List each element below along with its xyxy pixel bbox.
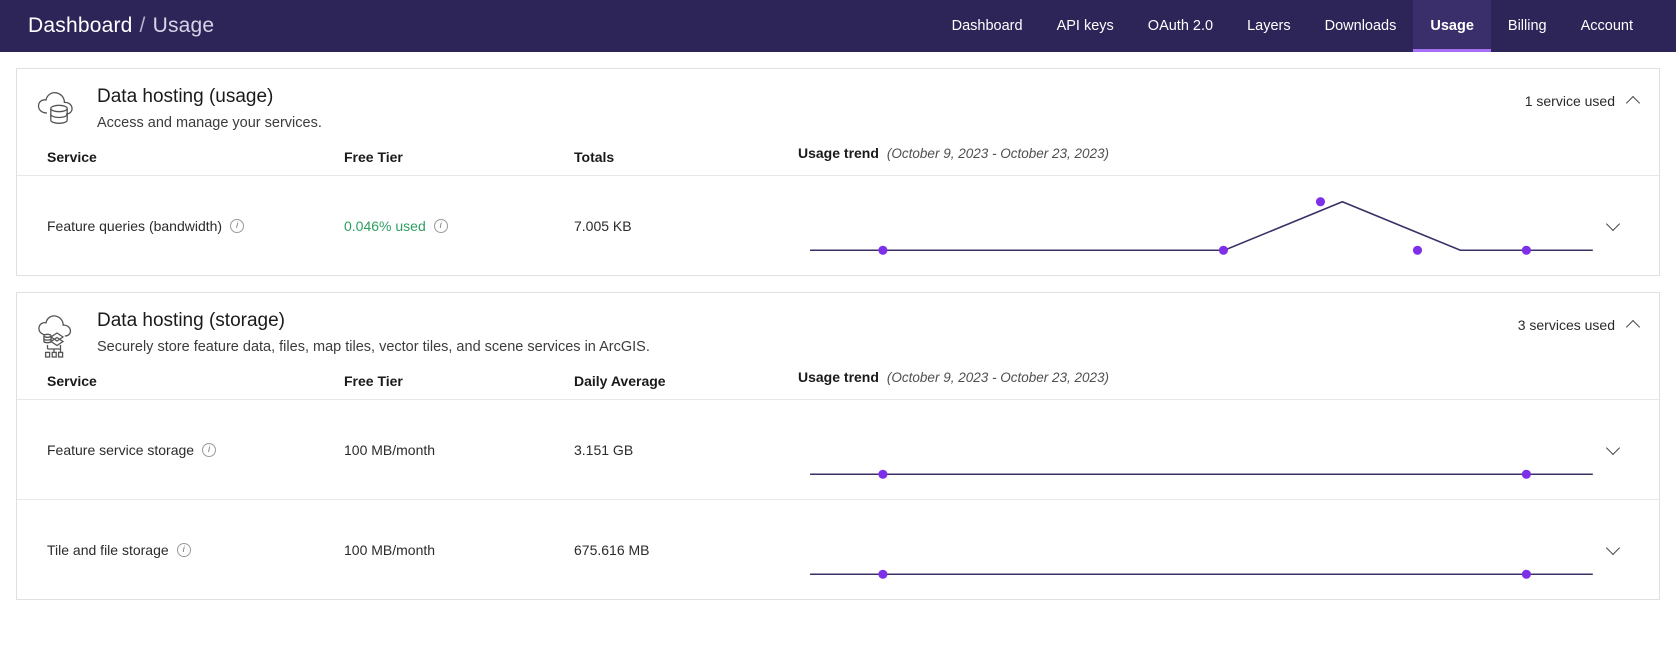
chevron-down-icon[interactable] <box>1607 219 1621 233</box>
table-header-row: Service Free Tier Daily Average Usage tr… <box>17 369 1659 399</box>
cloud-storage-network-icon <box>33 311 81 359</box>
column-header-usage-trend: Usage trend (October 9, 2023 - October 2… <box>798 369 1641 393</box>
column-header-totals: Totals <box>574 149 615 165</box>
column-header-usage-trend: Usage trend (October 9, 2023 - October 2… <box>798 145 1641 169</box>
column-header-service: Service <box>47 373 97 389</box>
usage-trend-label: Usage trend <box>798 369 879 385</box>
cell-free-tier: 100 MB/month <box>344 441 436 458</box>
free-tier-value: 0.046% used <box>344 217 426 234</box>
card-title-block: Data hosting (storage) Securely store fe… <box>97 309 650 357</box>
chevron-up-icon[interactable] <box>1627 318 1641 332</box>
table-row[interactable]: Feature service storage i 100 MB/month 3… <box>17 399 1659 499</box>
sparkline-markers <box>878 569 1531 579</box>
card-collapse-control[interactable]: 3 services used <box>1518 317 1641 333</box>
chevron-down-icon[interactable] <box>1607 443 1621 457</box>
nav-item-downloads[interactable]: Downloads <box>1308 0 1414 52</box>
breadcrumb-current: Usage <box>152 14 215 37</box>
column-header-free-tier: Free Tier <box>344 149 403 165</box>
card-subtitle: Securely store feature data, files, map … <box>97 339 650 355</box>
cell-free-tier: 0.046% used i <box>344 218 574 234</box>
nav-item-usage[interactable]: Usage <box>1413 0 1491 52</box>
sparkline-tile-and-file-storage <box>798 500 1641 599</box>
cell-free-tier: 100 MB/month <box>344 541 436 558</box>
column-header-service: Service <box>47 149 97 165</box>
usage-trend-date-range: (October 9, 2023 - October 23, 2023) <box>886 146 1110 161</box>
cell-usage-trend <box>798 400 1641 499</box>
chevron-down-icon[interactable] <box>1607 543 1621 557</box>
cell-service-name: Tile and file storage i <box>47 542 344 558</box>
usage-trend-label: Usage trend <box>798 145 879 161</box>
cell-service-name: Feature service storage i <box>47 442 344 458</box>
table-header-row: Service Free Tier Totals Usage trend (Oc… <box>17 145 1659 175</box>
cell-service-name: Feature queries (bandwidth) i <box>47 218 344 234</box>
card-title: Data hosting (storage) <box>97 310 285 331</box>
main-nav: Dashboard API keys OAuth 2.0 Layers Down… <box>935 0 1650 52</box>
card-collapse-control[interactable]: 1 service used <box>1525 93 1641 109</box>
sparkline-feature-queries <box>798 176 1641 275</box>
nav-item-api-keys[interactable]: API keys <box>1040 0 1131 52</box>
breadcrumb-separator: / <box>139 14 146 37</box>
nav-item-dashboard[interactable]: Dashboard <box>935 0 1040 52</box>
sparkline-feature-service-storage <box>798 400 1641 499</box>
card-header: Data hosting (usage) Access and manage y… <box>17 69 1659 145</box>
chevron-up-icon[interactable] <box>1627 94 1641 108</box>
service-label: Feature queries (bandwidth) <box>47 217 223 234</box>
top-navigation-bar: Dashboard / Usage Dashboard API keys OAu… <box>0 0 1676 52</box>
services-used-count: 3 services used <box>1517 317 1615 333</box>
table-row[interactable]: Tile and file storage i 100 MB/month 675… <box>17 499 1659 599</box>
cell-usage-trend <box>798 500 1641 599</box>
services-used-count: 1 service used <box>1524 93 1615 109</box>
sparkline-markers <box>878 469 1531 479</box>
breadcrumb: Dashboard / Usage <box>28 14 214 38</box>
info-icon[interactable]: i <box>433 218 448 233</box>
nav-item-billing[interactable]: Billing <box>1491 0 1564 52</box>
nav-item-oauth[interactable]: OAuth 2.0 <box>1131 0 1230 52</box>
service-label: Feature service storage <box>47 441 195 458</box>
cell-daily-average: 675.616 MB <box>574 541 650 558</box>
nav-item-account[interactable]: Account <box>1564 0 1650 52</box>
cell-totals: 7.005 KB <box>574 217 632 234</box>
card-data-hosting-usage: Data hosting (usage) Access and manage y… <box>16 68 1660 276</box>
column-header-free-tier: Free Tier <box>344 373 403 389</box>
info-icon[interactable]: i <box>202 442 217 457</box>
info-icon[interactable]: i <box>176 542 191 557</box>
storage-table: Service Free Tier Daily Average Usage tr… <box>17 369 1659 599</box>
table-row[interactable]: Feature queries (bandwidth) i 0.046% use… <box>17 175 1659 275</box>
column-header-daily-average: Daily Average <box>574 373 666 389</box>
sparkline-markers <box>878 197 1531 255</box>
card-subtitle: Access and manage your services. <box>97 115 322 131</box>
usage-trend-date-range: (October 9, 2023 - October 23, 2023) <box>886 370 1110 385</box>
cell-usage-trend <box>798 176 1641 275</box>
card-title-block: Data hosting (usage) Access and manage y… <box>97 85 322 133</box>
cell-daily-average: 3.151 GB <box>574 441 634 458</box>
usage-page: Data hosting (usage) Access and manage y… <box>0 52 1676 600</box>
info-icon[interactable]: i <box>230 218 245 233</box>
cloud-database-icon <box>33 87 81 135</box>
breadcrumb-root[interactable]: Dashboard <box>28 14 133 38</box>
service-label: Tile and file storage <box>47 541 169 558</box>
usage-table: Service Free Tier Totals Usage trend (Oc… <box>17 145 1659 275</box>
card-title: Data hosting (usage) <box>97 86 274 107</box>
nav-item-layers[interactable]: Layers <box>1230 0 1308 52</box>
card-header: Data hosting (storage) Securely store fe… <box>17 293 1659 369</box>
card-data-hosting-storage: Data hosting (storage) Securely store fe… <box>16 292 1660 600</box>
